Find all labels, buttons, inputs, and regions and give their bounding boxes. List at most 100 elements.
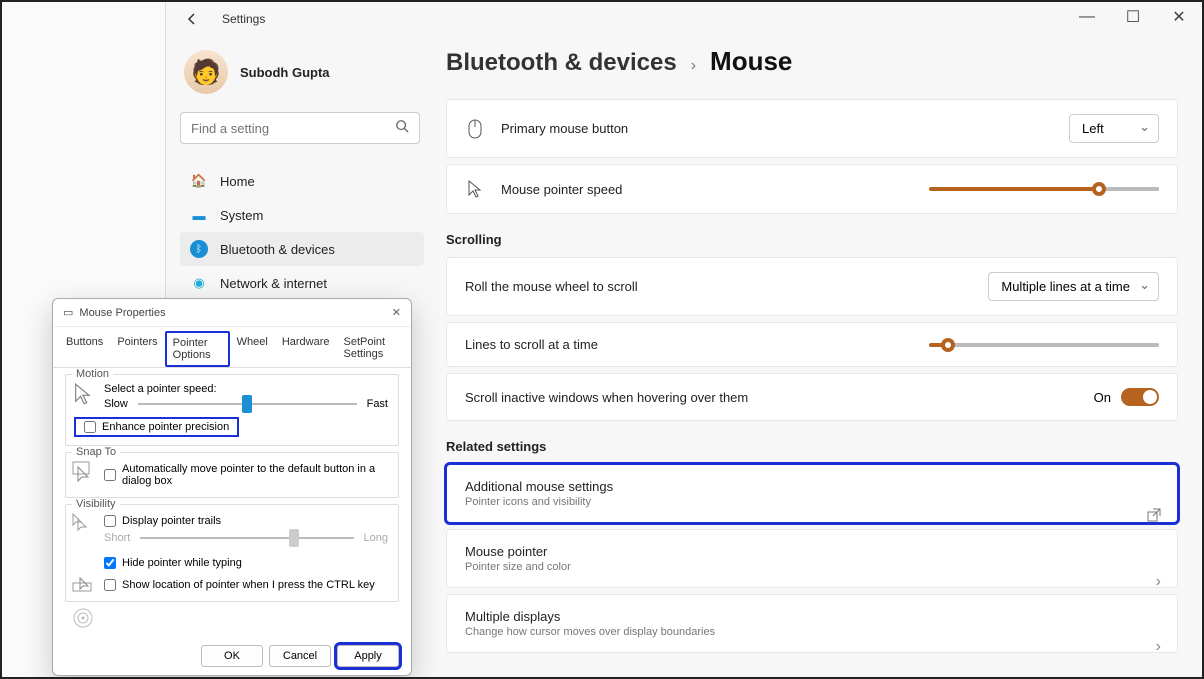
enhance-precision-checkbox[interactable]: [84, 421, 96, 433]
main-content: Bluetooth & devices › Mouse Primary mous…: [446, 46, 1178, 659]
lines-scroll-slider[interactable]: [929, 343, 1159, 347]
tab-pointers[interactable]: Pointers: [110, 331, 164, 367]
search-icon: [395, 119, 409, 138]
primary-mouse-button-row: Primary mouse button Left: [446, 99, 1178, 158]
multiple-displays-link[interactable]: Multiple displays Change how cursor move…: [446, 594, 1178, 653]
card-label: Mouse pointer speed: [501, 182, 622, 197]
trails-icon: [72, 513, 96, 537]
apply-button[interactable]: Apply: [337, 645, 399, 667]
additional-mouse-settings-link[interactable]: Additional mouse settings Pointer icons …: [446, 464, 1178, 523]
snap-to-group: Snap To Automatically move pointer to th…: [65, 452, 399, 498]
card-label: Primary mouse button: [501, 121, 628, 136]
minimize-button[interactable]: —: [1064, 2, 1110, 32]
card-label: Scroll inactive windows when hovering ov…: [465, 390, 748, 405]
link-title: Additional mouse settings: [465, 479, 1159, 494]
search-field[interactable]: [191, 121, 395, 136]
hide-typing-label: Hide pointer while typing: [122, 557, 242, 569]
card-label: Lines to scroll at a time: [465, 337, 598, 352]
sidebar-item-label: Network & internet: [220, 276, 327, 291]
group-legend: Snap To: [72, 446, 120, 458]
breadcrumb: Bluetooth & devices › Mouse: [446, 46, 1178, 77]
dialog-title-bar[interactable]: ▭ Mouse Properties ✕: [53, 299, 411, 327]
breadcrumb-parent[interactable]: Bluetooth & devices: [446, 49, 677, 77]
mouse-small-icon: ▭: [63, 306, 73, 319]
hide-pointer-icon: [72, 577, 96, 601]
scroll-inactive-row: Scroll inactive windows when hovering ov…: [446, 373, 1178, 421]
user-name: Subodh Gupta: [240, 65, 330, 80]
window-controls: — ☐ ✕: [1064, 2, 1202, 32]
dialog-tabs: Buttons Pointers Pointer Options Wheel H…: [53, 327, 411, 368]
pointer-speed-classic-slider[interactable]: [138, 395, 357, 413]
dialog-title: Mouse Properties: [79, 307, 165, 319]
sidebar-item-label: Home: [220, 174, 255, 189]
tab-wheel[interactable]: Wheel: [230, 331, 275, 367]
primary-button-dropdown[interactable]: Left: [1069, 114, 1159, 143]
select-speed-label: Select a pointer speed:: [104, 383, 388, 395]
motion-group: Motion Select a pointer speed: Slow Fast…: [65, 374, 399, 446]
sidebar-item-system[interactable]: ▬ System: [180, 198, 424, 232]
sidebar-item-label: System: [220, 208, 263, 223]
lines-scroll-row: Lines to scroll at a time: [446, 322, 1178, 367]
sidebar-item-home[interactable]: 🏠 Home: [180, 164, 424, 198]
group-legend: Motion: [72, 368, 113, 380]
ctrl-locate-label: Show location of pointer when I press th…: [122, 579, 375, 591]
mouse-pointer-link[interactable]: Mouse pointer Pointer size and color ›: [446, 529, 1178, 588]
cancel-button[interactable]: Cancel: [269, 645, 331, 667]
tab-hardware[interactable]: Hardware: [275, 331, 337, 367]
chevron-right-icon: ›: [691, 57, 696, 75]
enhance-precision-row[interactable]: Enhance pointer precision: [74, 417, 239, 437]
ok-button[interactable]: OK: [201, 645, 263, 667]
pointer-speed-row: Mouse pointer speed: [446, 164, 1178, 214]
window-title: Settings: [222, 12, 265, 26]
maximize-button[interactable]: ☐: [1110, 2, 1156, 32]
user-block[interactable]: 🧑 Subodh Gupta: [180, 42, 424, 112]
trails-label: Display pointer trails: [122, 515, 221, 527]
home-icon: 🏠: [190, 172, 208, 190]
long-label: Long: [364, 532, 388, 544]
pointer-icon: [72, 383, 96, 407]
tab-buttons[interactable]: Buttons: [59, 331, 110, 367]
link-subtitle: Pointer icons and visibility: [465, 496, 1159, 508]
search-input[interactable]: [180, 112, 420, 144]
chevron-right-icon: ›: [1156, 573, 1161, 591]
mouse-properties-dialog: ▭ Mouse Properties ✕ Buttons Pointers Po…: [52, 298, 412, 676]
snap-label: Automatically move pointer to the defaul…: [122, 463, 388, 487]
pointer-speed-slider[interactable]: [929, 187, 1159, 191]
tab-setpoint[interactable]: SetPoint Settings: [337, 331, 405, 367]
scroll-wheel-dropdown[interactable]: Multiple lines at a time: [988, 272, 1159, 301]
link-title: Multiple displays: [465, 609, 1159, 624]
card-label: Roll the mouse wheel to scroll: [465, 279, 638, 294]
link-title: Mouse pointer: [465, 544, 1159, 559]
hide-typing-checkbox[interactable]: [104, 557, 116, 569]
ctrl-locate-checkbox[interactable]: [104, 579, 116, 591]
visibility-group: Visibility Display pointer trails Short …: [65, 504, 399, 602]
mouse-icon: [465, 119, 485, 139]
trails-checkbox[interactable]: [104, 515, 116, 527]
snap-icon: [72, 461, 96, 485]
page-title: Mouse: [710, 46, 792, 77]
title-bar: Settings — ☐ ✕: [166, 2, 1202, 36]
scroll-inactive-toggle[interactable]: [1121, 388, 1159, 406]
wifi-icon: ◉: [190, 274, 208, 292]
fast-label: Fast: [367, 398, 388, 410]
trails-slider[interactable]: [140, 529, 353, 547]
nav-list: 🏠 Home ▬ System ᛒ Bluetooth & devices ◉ …: [180, 164, 424, 300]
settings-sidebar: 🧑 Subodh Gupta 🏠 Home ▬ System ᛒ Bluetoo…: [180, 42, 424, 300]
enhance-precision-label: Enhance pointer precision: [102, 421, 229, 433]
link-subtitle: Change how cursor moves over display bou…: [465, 626, 1159, 638]
dialog-close-button[interactable]: ✕: [392, 306, 401, 319]
sidebar-item-label: Bluetooth & devices: [220, 242, 335, 257]
slow-label: Slow: [104, 398, 128, 410]
sidebar-item-bluetooth[interactable]: ᛒ Bluetooth & devices: [180, 232, 424, 266]
sidebar-item-network[interactable]: ◉ Network & internet: [180, 266, 424, 300]
dialog-buttons: OK Cancel Apply: [201, 645, 399, 667]
external-link-icon: [1147, 508, 1161, 527]
close-button[interactable]: ✕: [1156, 2, 1202, 32]
avatar: 🧑: [184, 50, 228, 94]
short-label: Short: [104, 532, 130, 544]
back-button[interactable]: [182, 9, 202, 29]
section-scrolling: Scrolling: [446, 232, 1178, 247]
snap-checkbox[interactable]: [104, 469, 116, 481]
chevron-right-icon: ›: [1156, 638, 1161, 656]
tab-pointer-options[interactable]: Pointer Options: [165, 331, 230, 367]
